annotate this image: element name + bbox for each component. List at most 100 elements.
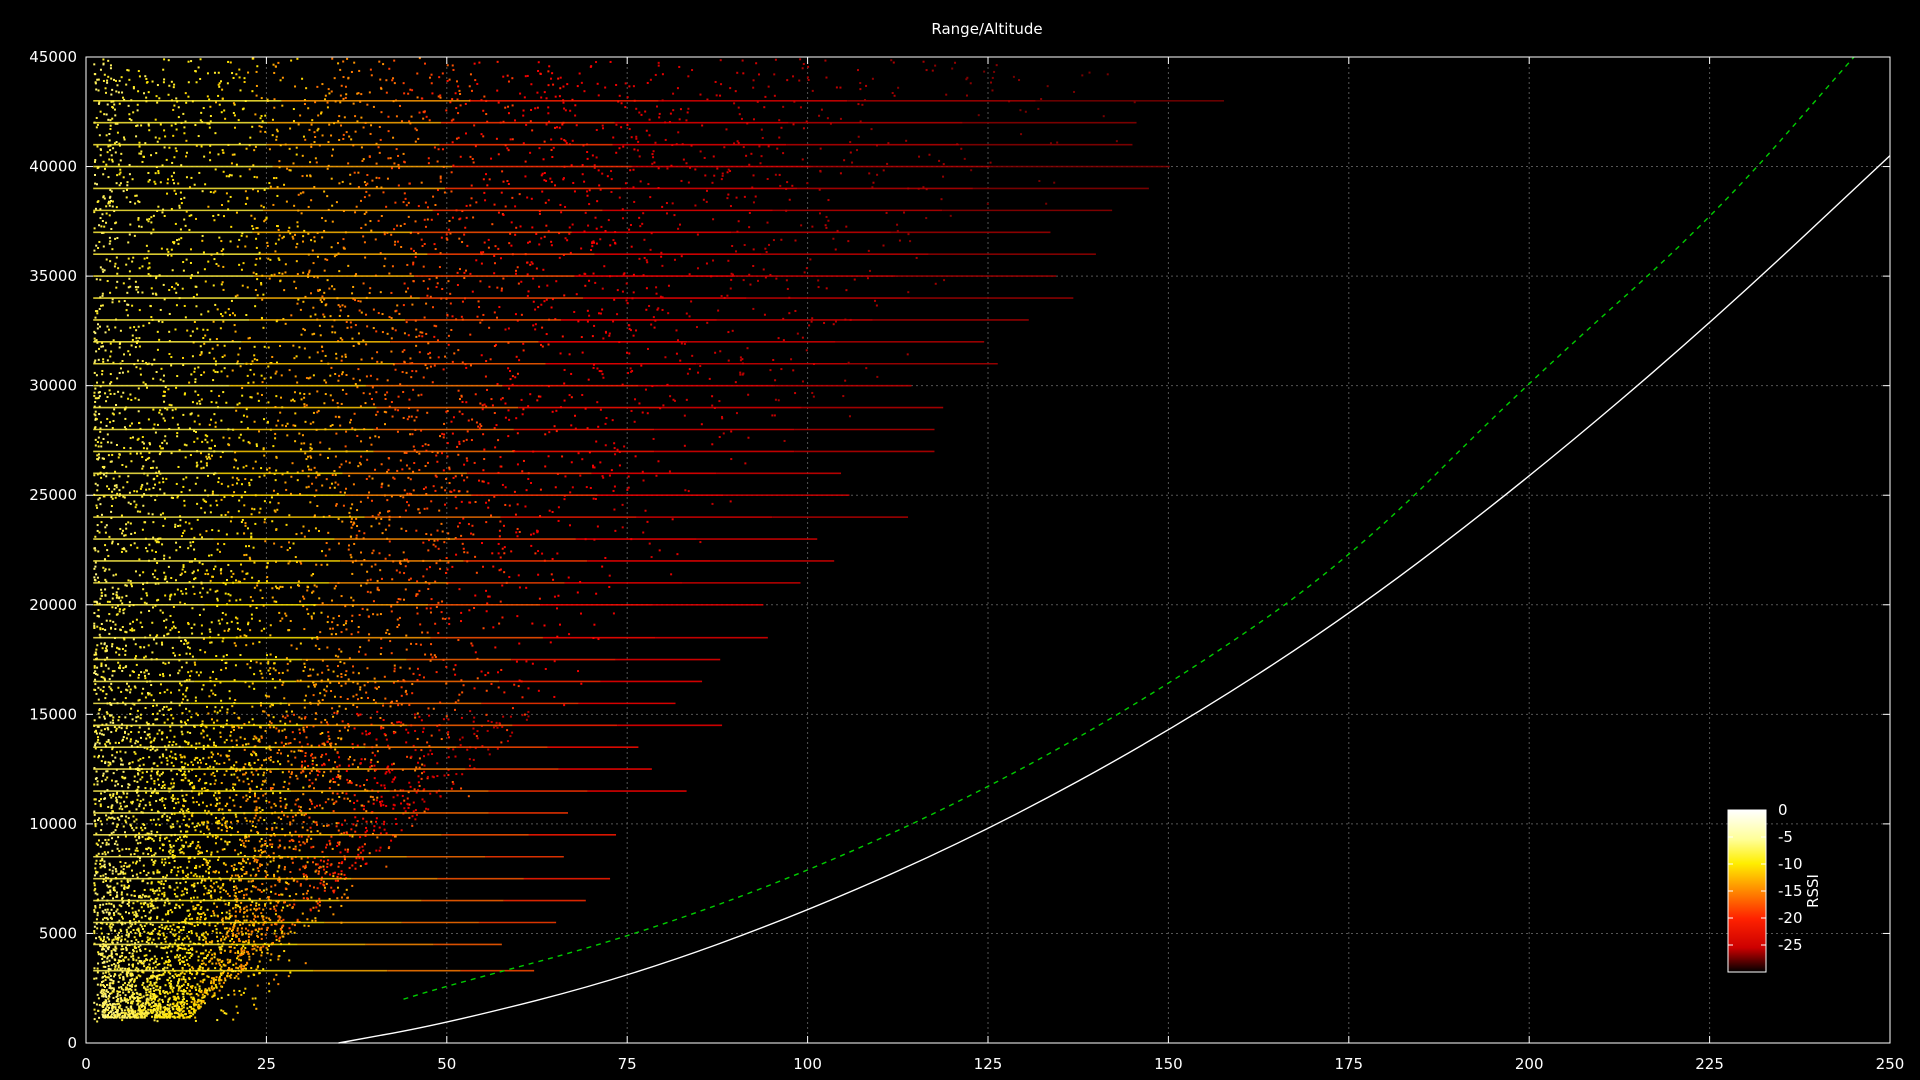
scatter-point — [184, 521, 187, 524]
scatter-point — [114, 496, 117, 499]
scatter-point — [704, 174, 707, 177]
scatter-point — [193, 726, 196, 729]
scatter-point — [103, 167, 106, 170]
scatter-point — [300, 398, 303, 401]
scatter-point — [448, 623, 451, 626]
scatter-point — [117, 390, 120, 393]
scatter-point — [405, 634, 408, 637]
scatter-point — [174, 192, 177, 195]
scatter-point — [156, 712, 159, 715]
scatter-point — [128, 277, 131, 280]
scatter-point — [655, 105, 658, 108]
scatter-point — [193, 420, 196, 423]
scatter-point — [97, 962, 100, 965]
scatter-point — [303, 628, 306, 631]
scatter-point — [158, 411, 161, 414]
scatter-point — [196, 518, 199, 521]
scatter-point — [415, 766, 418, 769]
scatter-point — [516, 463, 519, 466]
scatter-point — [323, 402, 326, 405]
scatter-point — [194, 829, 197, 832]
scatter-point — [134, 397, 137, 400]
scatter-point — [375, 391, 378, 394]
scatter-point — [155, 371, 158, 374]
scatter-point — [507, 182, 510, 185]
scatter-point — [304, 962, 307, 965]
scatter-point — [154, 172, 157, 175]
scatter-point — [108, 204, 111, 207]
scatter-point — [227, 563, 230, 566]
scatter-point — [191, 401, 194, 404]
scatter-point — [423, 316, 426, 319]
scatter-point — [325, 381, 328, 384]
scatter-point — [114, 741, 117, 744]
scatter-point — [729, 500, 732, 503]
scatter-point — [341, 373, 344, 376]
scatter-point — [289, 971, 292, 974]
scatter-point — [483, 403, 486, 406]
scatter-point — [168, 674, 171, 677]
scatter-point — [321, 484, 324, 487]
scatter-point — [231, 705, 234, 708]
scatter-point — [183, 504, 186, 507]
scatter-point — [95, 573, 98, 576]
scatter-point — [229, 520, 232, 523]
scatter-point — [160, 923, 163, 926]
scatter-point — [94, 410, 97, 413]
scatter-point — [330, 134, 333, 137]
scatter-point — [133, 542, 136, 545]
scatter-point — [545, 97, 548, 100]
scatter-point — [175, 282, 178, 285]
scatter-point — [370, 229, 373, 232]
scatter-point — [570, 372, 573, 375]
scatter-point — [376, 360, 379, 363]
scatter-point — [117, 267, 120, 270]
scatter-point — [396, 618, 399, 621]
scatter-point — [597, 312, 600, 315]
scatter-point — [909, 240, 912, 243]
scatter-point — [106, 549, 109, 552]
scatter-point — [150, 830, 153, 833]
scatter-point — [353, 412, 356, 415]
scatter-point — [134, 346, 137, 349]
scatter-point — [371, 751, 374, 754]
scatter-point — [169, 691, 172, 694]
scatter-point — [461, 474, 464, 477]
scatter-point — [488, 499, 491, 502]
scatter-point — [730, 272, 733, 275]
scatter-point — [412, 445, 415, 448]
scatter-point — [209, 115, 212, 118]
scatter-point — [187, 641, 190, 644]
scatter-point — [191, 355, 194, 358]
scatter-point — [445, 665, 448, 668]
scatter-point — [181, 568, 184, 571]
scatter-point — [730, 278, 733, 281]
scatter-point — [395, 309, 398, 312]
scatter-point — [714, 80, 717, 83]
scatter-point — [137, 676, 140, 679]
scatter-point — [180, 535, 183, 538]
scatter-point — [160, 247, 163, 250]
scatter-point — [142, 588, 145, 591]
scatter-point — [97, 738, 100, 741]
scatter-point — [269, 959, 272, 962]
scatter-point — [115, 796, 118, 799]
scatter-point — [1056, 141, 1059, 144]
scatter-point — [475, 571, 478, 574]
scatter-point — [123, 800, 126, 803]
scatter-point — [476, 82, 479, 85]
scatter-point — [491, 552, 494, 555]
scatter-point — [420, 238, 423, 241]
scatter-point — [93, 882, 96, 885]
scatter-point — [152, 228, 155, 231]
scatter-point — [187, 743, 190, 746]
scatter-point — [96, 123, 99, 126]
scatter-point — [127, 257, 130, 260]
scatter-point — [403, 332, 406, 335]
scatter-point — [136, 798, 139, 801]
scatter-point — [576, 85, 579, 88]
scatter-point — [225, 830, 228, 833]
scatter-point — [428, 119, 431, 122]
scatter-point — [332, 670, 335, 673]
scatter-point — [712, 259, 715, 262]
